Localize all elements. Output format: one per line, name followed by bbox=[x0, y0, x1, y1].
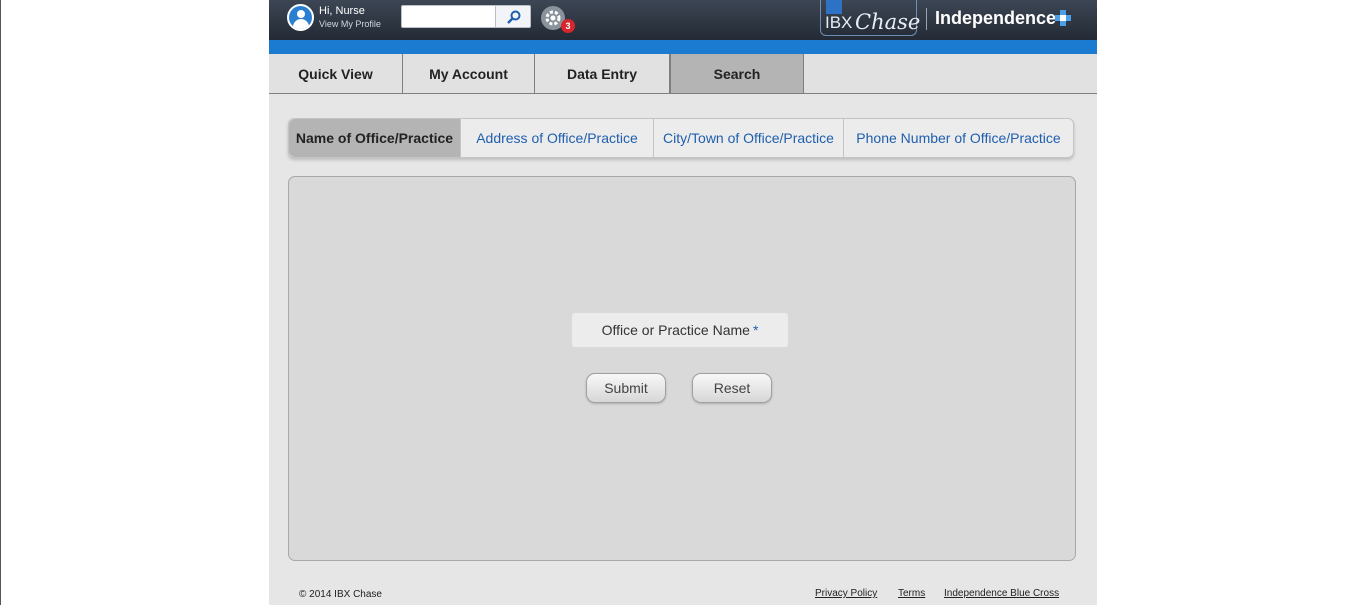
user-avatar-icon[interactable] bbox=[287, 4, 314, 31]
office-name-field[interactable]: Office or Practice Name * bbox=[572, 313, 788, 347]
notification-badge[interactable]: 3 bbox=[561, 19, 575, 33]
required-marker: * bbox=[752, 322, 759, 338]
app-container: Hi, Nurse View My Profile 3 IBX Chase In… bbox=[269, 0, 1097, 605]
tab-search[interactable]: Search bbox=[670, 54, 804, 93]
logo-ibx-text: IBX bbox=[825, 13, 853, 32]
terms-link[interactable]: Terms bbox=[898, 588, 925, 599]
privacy-policy-link[interactable]: Privacy Policy bbox=[815, 588, 877, 599]
blue-cross-icon bbox=[1055, 10, 1071, 26]
view-profile-link[interactable]: View My Profile bbox=[319, 19, 381, 29]
subtab-city-town-of-office[interactable]: City/Town of Office/Practice bbox=[654, 119, 844, 157]
logo-mark-icon bbox=[826, 0, 842, 14]
reset-button[interactable]: Reset bbox=[692, 373, 772, 403]
subtab-phone-number-of-office[interactable]: Phone Number of Office/Practice bbox=[844, 119, 1073, 157]
subtab-address-of-office[interactable]: Address of Office/Practice bbox=[461, 119, 654, 157]
copyright-text: © 2014 IBX Chase bbox=[299, 589, 382, 600]
main-nav: Quick View My Account Data Entry Search bbox=[269, 54, 1097, 94]
search-subtabs: Name of Office/Practice Address of Offic… bbox=[288, 118, 1074, 158]
user-greeting: Hi, Nurse bbox=[319, 5, 365, 17]
header-accent-strip bbox=[269, 40, 1097, 54]
subtab-name-of-office[interactable]: Name of Office/Practice bbox=[289, 119, 461, 157]
search-icon bbox=[507, 10, 521, 24]
office-name-label: Office or Practice Name bbox=[601, 322, 750, 338]
independence-blue-cross-link[interactable]: Independence Blue Cross bbox=[944, 588, 1059, 599]
tab-quick-view[interactable]: Quick View bbox=[269, 54, 403, 93]
search-form-panel: Office or Practice Name * Submit Reset bbox=[288, 176, 1076, 561]
tab-my-account[interactable]: My Account bbox=[403, 54, 535, 93]
ibx-chase-logo: IBX Chase bbox=[820, 0, 921, 36]
independence-logo-text: Independence bbox=[935, 8, 1057, 28]
tab-data-entry[interactable]: Data Entry bbox=[535, 54, 670, 93]
search-button[interactable] bbox=[495, 5, 531, 28]
page-border bbox=[0, 0, 1, 605]
search-input[interactable] bbox=[401, 5, 495, 28]
submit-button[interactable]: Submit bbox=[586, 373, 666, 403]
logo-divider bbox=[926, 8, 927, 30]
top-header: Hi, Nurse View My Profile 3 IBX Chase In… bbox=[269, 0, 1097, 40]
logo-chase-text: Chase bbox=[855, 10, 921, 34]
